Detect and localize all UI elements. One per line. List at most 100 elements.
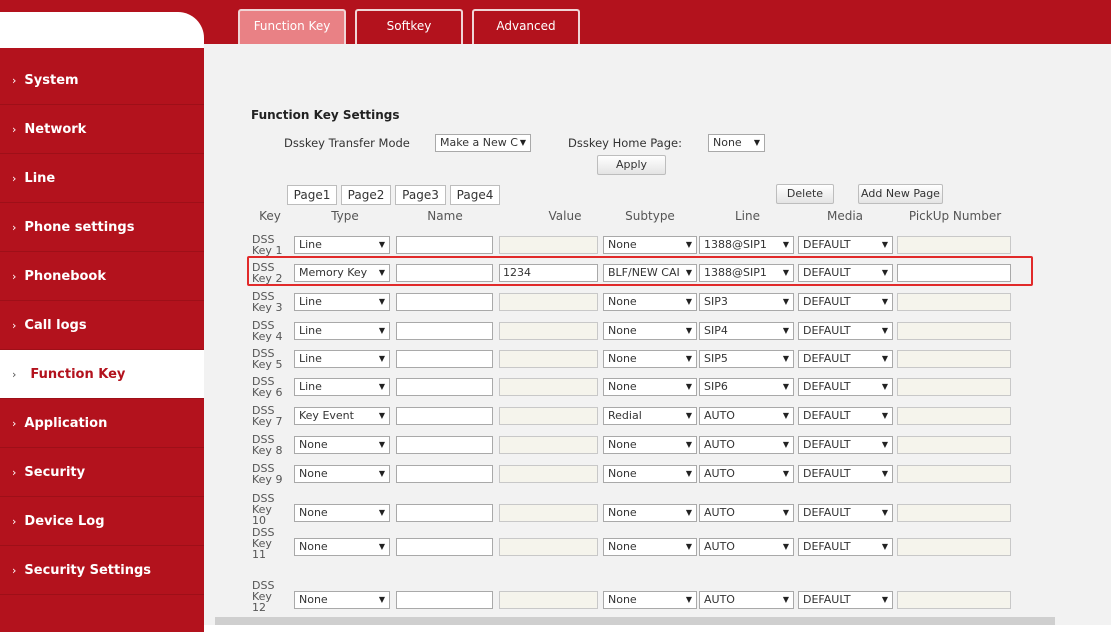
subtype-select[interactable]: None ▼ xyxy=(603,293,697,311)
type-select[interactable]: Line ▼ xyxy=(294,350,390,368)
subtype-select[interactable]: None ▼ xyxy=(603,591,697,609)
value-input[interactable] xyxy=(499,350,598,368)
name-input[interactable] xyxy=(396,465,493,483)
sidebar-item-security[interactable]: › Security xyxy=(0,448,204,497)
pickup-number-input[interactable] xyxy=(897,236,1011,254)
tab-function-key[interactable]: Function Key xyxy=(238,9,346,44)
name-input[interactable] xyxy=(396,436,493,454)
apply-button[interactable]: Apply xyxy=(597,155,666,175)
sidebar-item-device-log[interactable]: › Device Log xyxy=(0,497,204,546)
pickup-number-input[interactable] xyxy=(897,436,1011,454)
media-select[interactable]: DEFAULT ▼ xyxy=(798,465,893,483)
subtype-select[interactable]: BLF/NEW CAI ▼ xyxy=(603,264,697,282)
sidebar-item-application[interactable]: › Application xyxy=(0,399,204,448)
value-input[interactable] xyxy=(499,322,598,340)
media-select[interactable]: DEFAULT ▼ xyxy=(798,436,893,454)
type-select[interactable]: None ▼ xyxy=(294,465,390,483)
tab-advanced[interactable]: Advanced xyxy=(472,9,580,44)
line-select[interactable]: SIP3 ▼ xyxy=(699,293,794,311)
type-select[interactable]: Line ▼ xyxy=(294,293,390,311)
pickup-number-input[interactable] xyxy=(897,465,1011,483)
home-page-select[interactable]: None ▼ xyxy=(708,134,765,152)
delete-button[interactable]: Delete xyxy=(776,184,834,204)
line-select[interactable]: AUTO ▼ xyxy=(699,538,794,556)
type-select[interactable]: Line ▼ xyxy=(294,236,390,254)
name-input[interactable] xyxy=(396,322,493,340)
subtype-select[interactable]: None ▼ xyxy=(603,350,697,368)
tab-softkey[interactable]: Softkey xyxy=(355,9,463,44)
type-select[interactable]: None ▼ xyxy=(294,538,390,556)
sidebar-item-line[interactable]: › Line xyxy=(0,154,204,203)
name-input[interactable] xyxy=(396,538,493,556)
name-input[interactable] xyxy=(396,504,493,522)
subtype-select[interactable]: None ▼ xyxy=(603,436,697,454)
name-input[interactable] xyxy=(396,378,493,396)
line-select[interactable]: AUTO ▼ xyxy=(699,591,794,609)
sidebar-item-call-logs[interactable]: › Call logs xyxy=(0,301,204,350)
pickup-number-input[interactable] xyxy=(897,407,1011,425)
pickup-number-input[interactable] xyxy=(897,591,1011,609)
value-input[interactable] xyxy=(499,504,598,522)
sidebar-item-phone-settings[interactable]: › Phone settings xyxy=(0,203,204,252)
line-select[interactable]: SIP5 ▼ xyxy=(699,350,794,368)
name-input[interactable] xyxy=(396,591,493,609)
line-select[interactable]: 1388@SIP1 ▼ xyxy=(699,264,794,282)
sidebar-item-system[interactable]: › System xyxy=(0,56,204,105)
line-select[interactable]: AUTO ▼ xyxy=(699,504,794,522)
media-select[interactable]: DEFAULT ▼ xyxy=(798,504,893,522)
page2-button[interactable]: Page2 xyxy=(341,185,391,205)
value-input[interactable] xyxy=(499,378,598,396)
pickup-number-input[interactable] xyxy=(897,378,1011,396)
type-select[interactable]: None ▼ xyxy=(294,591,390,609)
line-select[interactable]: AUTO ▼ xyxy=(699,465,794,483)
type-select[interactable]: Memory Key ▼ xyxy=(294,264,390,282)
name-input[interactable] xyxy=(396,350,493,368)
value-input[interactable] xyxy=(499,293,598,311)
media-select[interactable]: DEFAULT ▼ xyxy=(798,591,893,609)
name-input[interactable] xyxy=(396,264,493,282)
subtype-select[interactable]: None ▼ xyxy=(603,378,697,396)
subtype-select[interactable]: None ▼ xyxy=(603,504,697,522)
media-select[interactable]: DEFAULT ▼ xyxy=(798,538,893,556)
page3-button[interactable]: Page3 xyxy=(395,185,446,205)
value-input[interactable] xyxy=(499,538,598,556)
sidebar-item-phonebook[interactable]: › Phonebook xyxy=(0,252,204,301)
pickup-number-input[interactable] xyxy=(897,538,1011,556)
transfer-mode-select[interactable]: Make a New C ▼ xyxy=(435,134,531,152)
type-select[interactable]: None ▼ xyxy=(294,436,390,454)
name-input[interactable] xyxy=(396,407,493,425)
type-select[interactable]: None ▼ xyxy=(294,504,390,522)
sidebar-item-security-settings[interactable]: › Security Settings xyxy=(0,546,204,595)
type-select[interactable]: Line ▼ xyxy=(294,322,390,340)
line-select[interactable]: AUTO ▼ xyxy=(699,436,794,454)
media-select[interactable]: DEFAULT ▼ xyxy=(798,293,893,311)
page1-button[interactable]: Page1 xyxy=(287,185,337,205)
add-new-page-button[interactable]: Add New Page xyxy=(858,184,943,204)
media-select[interactable]: DEFAULT ▼ xyxy=(798,407,893,425)
media-select[interactable]: DEFAULT ▼ xyxy=(798,378,893,396)
pickup-number-input[interactable] xyxy=(897,322,1011,340)
type-select[interactable]: Key Event ▼ xyxy=(294,407,390,425)
subtype-select[interactable]: None ▼ xyxy=(603,236,697,254)
line-select[interactable]: SIP6 ▼ xyxy=(699,378,794,396)
value-input[interactable] xyxy=(499,407,598,425)
media-select[interactable]: DEFAULT ▼ xyxy=(798,236,893,254)
pickup-number-input[interactable] xyxy=(897,504,1011,522)
pickup-number-input[interactable] xyxy=(897,264,1011,282)
subtype-select[interactable]: None ▼ xyxy=(603,538,697,556)
name-input[interactable] xyxy=(396,293,493,311)
media-select[interactable]: DEFAULT ▼ xyxy=(798,350,893,368)
media-select[interactable]: DEFAULT ▼ xyxy=(798,322,893,340)
pickup-number-input[interactable] xyxy=(897,293,1011,311)
line-select[interactable]: SIP4 ▼ xyxy=(699,322,794,340)
media-select[interactable]: DEFAULT ▼ xyxy=(798,264,893,282)
value-input[interactable] xyxy=(499,465,598,483)
sidebar-item-function-key[interactable]: › Function Key xyxy=(0,350,204,399)
pickup-number-input[interactable] xyxy=(897,350,1011,368)
subtype-select[interactable]: Redial ▼ xyxy=(603,407,697,425)
value-input[interactable] xyxy=(499,591,598,609)
line-select[interactable]: AUTO ▼ xyxy=(699,407,794,425)
page4-button[interactable]: Page4 xyxy=(450,185,500,205)
value-input[interactable] xyxy=(499,436,598,454)
horizontal-scrollbar[interactable] xyxy=(215,617,1055,625)
